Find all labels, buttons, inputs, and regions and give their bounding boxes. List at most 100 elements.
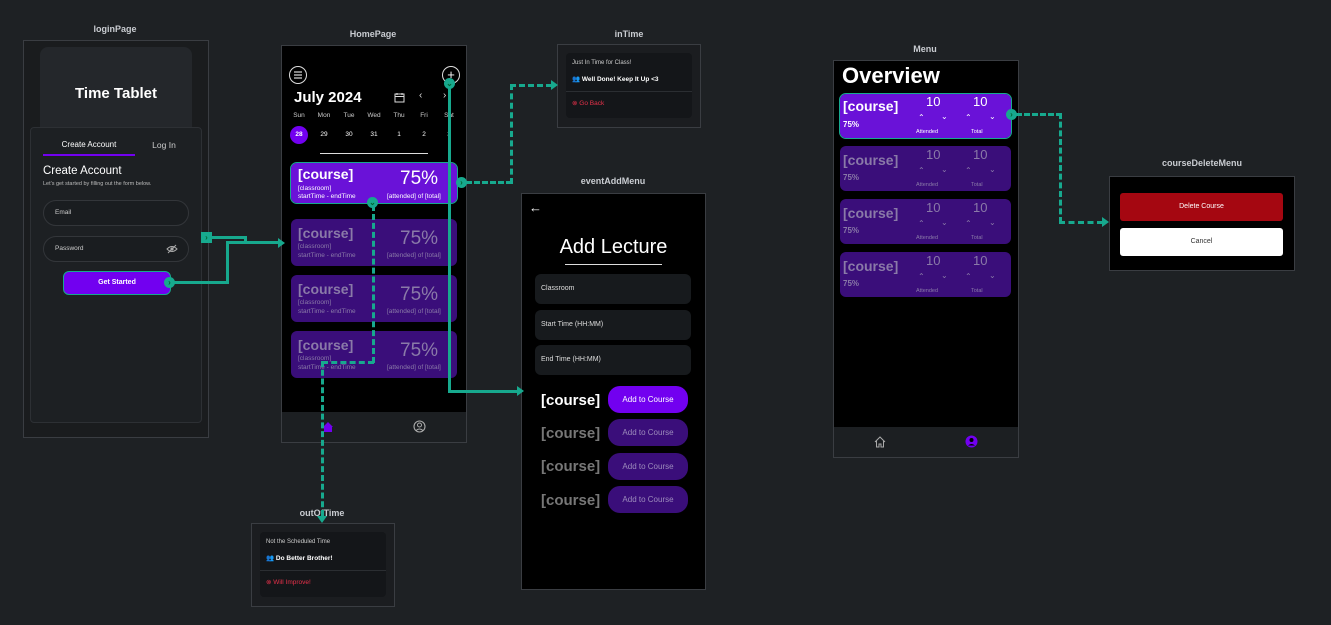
- date-cell[interactable]: 30: [338, 126, 360, 144]
- connector-dashed: [1016, 113, 1062, 116]
- delete-course-button[interactable]: Delete Course: [1120, 193, 1283, 221]
- intime-frame: Just In Time for Class! 👥 Well Done! Kee…: [557, 44, 701, 128]
- date-cell[interactable]: 31: [363, 126, 385, 144]
- add-to-course-button[interactable]: Add to Course: [608, 453, 688, 480]
- total-down-icon[interactable]: ⌄: [989, 165, 996, 174]
- tab-create-account[interactable]: Create Account: [43, 140, 135, 149]
- intime-message: Well Done! Keep It Up <3: [581, 76, 659, 83]
- outoftime-message-row: 👥 Do Better Brother!: [266, 554, 333, 562]
- connector-line: [448, 82, 451, 393]
- event-detail: [attended] of [total]: [387, 252, 441, 259]
- eventadd-frame: ← Add Lecture Classroom Start Time (HH:M…: [521, 193, 706, 590]
- outoftime-action-label: Will Improve!: [273, 579, 311, 586]
- outoftime-dialog: Not the Scheduled Time 👥 Do Better Broth…: [260, 532, 386, 597]
- eventadd-heading: Add Lecture: [559, 236, 668, 258]
- users-icon: 👥: [266, 555, 275, 562]
- back-arrow-icon[interactable]: ←: [529, 200, 542, 215]
- event-percent: 75%: [400, 228, 439, 249]
- month-title: July 2024: [294, 89, 362, 106]
- event-percent: 75%: [400, 168, 439, 189]
- course-name: [course]: [541, 425, 601, 442]
- connector-handle[interactable]: ›: [164, 277, 175, 288]
- menu-bottom-nav: [834, 427, 1018, 457]
- intime-dialog: Just In Time for Class! 👥 Well Done! Kee…: [566, 53, 692, 118]
- event-time: startTime - endTime: [298, 308, 356, 315]
- total-up-icon[interactable]: ⌃: [965, 166, 972, 175]
- date-cell[interactable]: 29: [313, 126, 335, 144]
- attended-down-icon[interactable]: ⌄: [941, 218, 948, 227]
- attended-up-icon[interactable]: ⌃: [918, 166, 925, 175]
- date-divider: [320, 153, 428, 154]
- course-overview-card[interactable]: [course] 75% 10 10 ⌃ ⌄ ⌃ ⌄ Attended Tota…: [840, 146, 1011, 191]
- total-up-icon[interactable]: ⌃: [965, 219, 972, 228]
- intime-go-back[interactable]: ⊗ Go Back: [572, 99, 604, 107]
- connector-dashed: [322, 361, 374, 364]
- attended-label: Attended: [916, 182, 939, 188]
- attended-down-icon[interactable]: ⌄: [941, 165, 948, 174]
- chevron-left-icon[interactable]: ‹: [419, 90, 422, 101]
- start-time-field[interactable]: Start Time (HH:MM): [535, 310, 691, 340]
- cancel-button[interactable]: Cancel: [1120, 228, 1283, 256]
- attended-up-icon[interactable]: ⌃: [918, 272, 925, 281]
- eye-off-icon[interactable]: [166, 243, 178, 255]
- profile-icon[interactable]: [413, 420, 426, 433]
- outoftime-message: Do Better Brother!: [275, 555, 333, 562]
- attended-up-icon[interactable]: ⌃: [918, 219, 925, 228]
- email-field[interactable]: Email: [43, 200, 189, 226]
- end-time-field[interactable]: End Time (HH:MM): [535, 345, 691, 375]
- frame-label-delete: courseDeleteMenu: [1161, 158, 1243, 168]
- date-cell[interactable]: 1: [388, 126, 410, 144]
- course-percent: 75%: [843, 173, 860, 182]
- total-down-icon[interactable]: ⌄: [989, 271, 996, 280]
- weekday: Sun: [293, 112, 305, 119]
- connector-handle[interactable]: ⌄: [444, 78, 455, 89]
- menu-icon[interactable]: [289, 66, 307, 84]
- home-icon[interactable]: [874, 436, 886, 448]
- connector-handle[interactable]: ›: [456, 177, 467, 188]
- date-cell[interactable]: 2: [413, 126, 435, 144]
- attended-down-icon[interactable]: ⌄: [941, 271, 948, 280]
- connector-line: [206, 236, 246, 239]
- course-overview-card[interactable]: [course] 75% 10 10 ⌃ ⌄ ⌃ ⌄ Attended Tota…: [839, 93, 1012, 139]
- connector-handle[interactable]: ›: [1006, 109, 1017, 120]
- total-down-icon[interactable]: ⌄: [989, 112, 996, 121]
- date-cell-selected[interactable]: 28: [290, 126, 308, 144]
- course-name: [course]: [843, 152, 899, 168]
- attended-count: 10: [926, 253, 941, 268]
- calendar-icon[interactable]: [394, 92, 405, 103]
- course-name: [course]: [843, 205, 899, 221]
- course-name: [course]: [843, 98, 899, 114]
- course-overview-card[interactable]: [course] 75% 10 10 ⌃ ⌄ ⌃ ⌄ Attended Tota…: [840, 252, 1011, 297]
- total-up-icon[interactable]: ⌃: [965, 113, 972, 122]
- attended-up-icon[interactable]: ⌃: [918, 113, 925, 122]
- classroom-label: Classroom: [541, 285, 575, 292]
- password-placeholder: Password: [55, 245, 84, 252]
- start-time-label: Start Time (HH:MM): [541, 321, 604, 328]
- connector-handle[interactable]: ⌄: [367, 197, 378, 208]
- arrowhead: [1102, 217, 1109, 227]
- outoftime-will-improve[interactable]: ⊗ Will Improve!: [266, 578, 311, 586]
- chevron-right-icon[interactable]: ›: [443, 90, 446, 101]
- event-time: startTime - endTime: [298, 364, 356, 371]
- password-field[interactable]: Password: [43, 236, 189, 262]
- tab-log-in[interactable]: Log In: [135, 140, 193, 150]
- profile-icon[interactable]: [965, 435, 978, 448]
- add-to-course-button[interactable]: Add to Course: [608, 486, 688, 513]
- course-percent: 75%: [843, 279, 860, 288]
- connector-handle[interactable]: ›: [201, 232, 212, 243]
- add-to-course-button[interactable]: Add to Course: [608, 419, 688, 446]
- outoftime-frame: Not the Scheduled Time 👥 Do Better Broth…: [251, 523, 395, 607]
- course-percent: 75%: [843, 226, 860, 235]
- total-up-icon[interactable]: ⌃: [965, 272, 972, 281]
- course-name: [course]: [541, 458, 601, 475]
- total-down-icon[interactable]: ⌄: [989, 218, 996, 227]
- attended-down-icon[interactable]: ⌄: [941, 112, 948, 121]
- event-percent: 75%: [400, 284, 439, 305]
- get-started-button[interactable]: Get Started: [63, 271, 171, 295]
- course-overview-card[interactable]: [course] 75% 10 10 ⌃ ⌄ ⌃ ⌄ Attended Tota…: [840, 199, 1011, 244]
- date-row: 28 29 30 31 1 2 3: [288, 126, 462, 144]
- event-time: startTime - endTime: [298, 193, 356, 200]
- add-to-course-button[interactable]: Add to Course: [608, 386, 688, 413]
- email-placeholder: Email: [55, 209, 72, 216]
- classroom-field[interactable]: Classroom: [535, 274, 691, 304]
